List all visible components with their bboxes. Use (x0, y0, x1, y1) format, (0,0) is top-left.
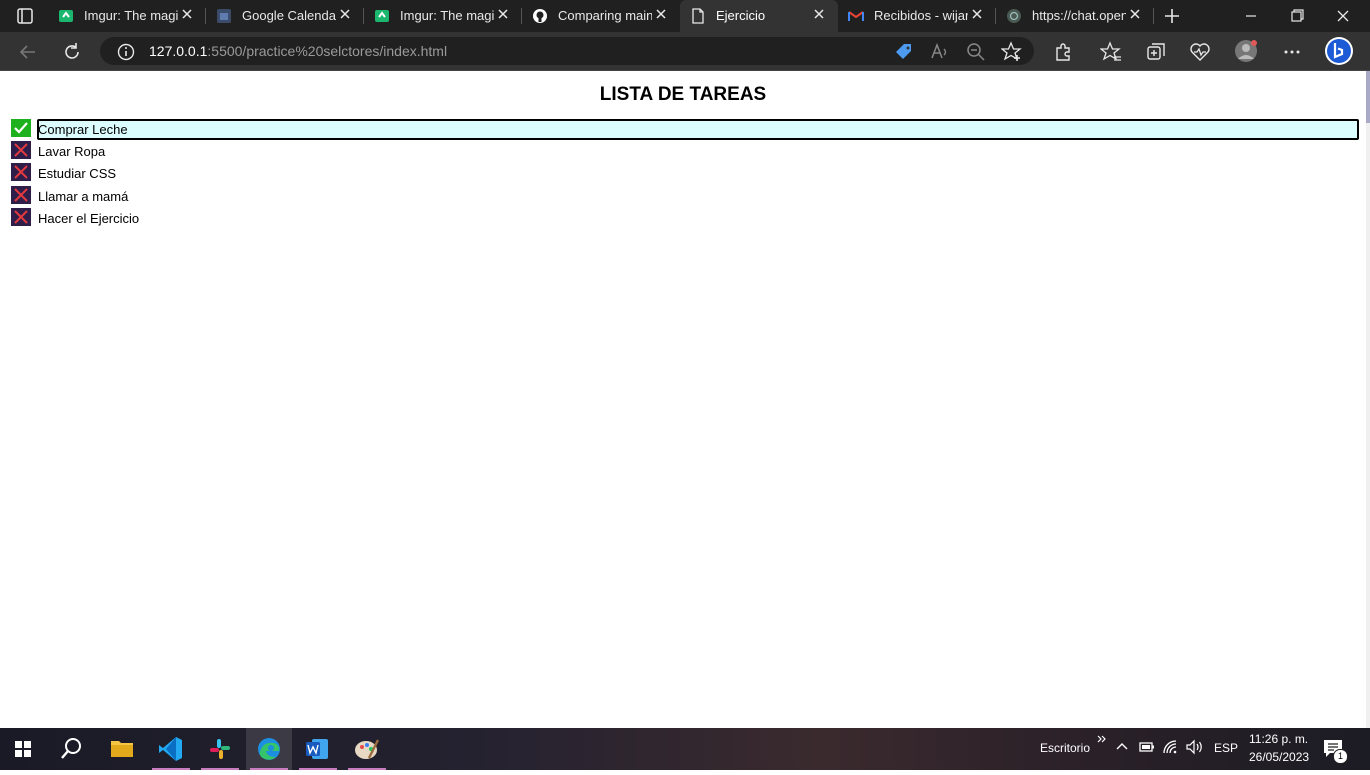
coupon-tag-icon[interactable] (893, 41, 915, 63)
refresh-icon[interactable] (61, 41, 83, 63)
tab-imgur-1[interactable]: Imgur: The magic of the Internet (48, 0, 206, 32)
tab-label: https://chat.openai.com (1032, 8, 1126, 23)
close-icon[interactable] (496, 7, 510, 21)
page-title: LISTA DE TAREAS (599, 84, 767, 105)
taskbar-slack[interactable] (197, 728, 243, 770)
tab-github-compare[interactable]: Comparing main... (522, 0, 680, 32)
task-label: Llamar a mamá (38, 189, 129, 204)
vscode-icon (159, 737, 182, 761)
close-icon[interactable] (654, 7, 668, 21)
desktop-toolbar-label[interactable]: Escritorio (1040, 741, 1090, 755)
x-icon (11, 186, 31, 204)
edge-icon (258, 738, 280, 760)
close-icon[interactable] (180, 7, 194, 21)
search-icon[interactable] (48, 728, 94, 770)
x-icon (11, 163, 31, 181)
profile-avatar-icon[interactable] (1233, 38, 1259, 64)
taskbar-vscode[interactable] (148, 728, 194, 770)
clock-time[interactable]: 11:26 p. m. (1249, 732, 1308, 746)
new-tab-icon[interactable] (1162, 6, 1182, 26)
close-icon[interactable] (970, 7, 984, 21)
tab-label: Imgur: The magic of the Internet (400, 8, 494, 23)
calendar-icon (217, 9, 231, 23)
favorites-icon[interactable] (1100, 41, 1122, 63)
clock-date[interactable]: 26/05/2023 (1249, 750, 1309, 764)
start-icon[interactable] (0, 728, 46, 770)
more-menu-icon[interactable] (1281, 41, 1303, 63)
highlighted-task-field (37, 119, 1359, 140)
gmail-icon (848, 11, 864, 21)
performance-icon[interactable] (1189, 41, 1211, 63)
tab-label: Comparing main... (558, 8, 652, 23)
task-label: Comprar Leche (38, 122, 128, 137)
taskbar-paint[interactable] (344, 728, 390, 770)
wifi-icon[interactable] (1162, 739, 1180, 755)
minimize-icon[interactable] (1228, 0, 1274, 32)
zoom-out-icon[interactable] (965, 41, 987, 63)
slack-icon (210, 739, 230, 759)
check-icon (11, 119, 31, 137)
scrollbar-thumb[interactable] (1366, 71, 1370, 123)
tab-imgur-2[interactable]: Imgur: The magic of the Internet (364, 0, 522, 32)
close-icon[interactable] (338, 7, 352, 21)
info-icon[interactable] (115, 41, 137, 63)
add-favorite-icon[interactable] (1001, 41, 1023, 63)
double-chevron-icon[interactable] (1096, 733, 1108, 745)
battery-icon[interactable] (1138, 739, 1156, 755)
scrollbar[interactable] (1366, 71, 1370, 728)
task-label: Lavar Ropa (38, 144, 106, 159)
paint-icon (355, 739, 380, 759)
x-icon (11, 208, 31, 226)
volume-icon[interactable] (1185, 739, 1205, 755)
back-icon[interactable] (17, 41, 39, 63)
bing-chat-icon[interactable] (1324, 36, 1354, 66)
file-explorer-icon[interactable] (99, 728, 145, 770)
x-icon (11, 141, 31, 159)
tab-gmail[interactable]: Recibidos - wijard (838, 0, 996, 32)
restore-icon[interactable] (1274, 0, 1320, 32)
url-text[interactable]: 127.0.0.1:5500/practice%20selctores/inde… (149, 43, 447, 59)
tab-chat-openai[interactable]: https://chat.openai.com (996, 0, 1154, 32)
language-indicator[interactable]: ESP (1214, 741, 1238, 755)
task-label: Hacer el Ejercicio (38, 211, 140, 226)
page-icon (692, 8, 704, 24)
tab-label: Recibidos - wijard (874, 8, 968, 23)
page-viewport (0, 71, 1366, 728)
openai-icon (1007, 9, 1021, 23)
tab-ejercicio[interactable]: Ejercicio (680, 0, 838, 32)
task-label: Estudiar CSS (38, 166, 117, 181)
taskbar-word[interactable] (295, 728, 341, 770)
tabs: Imgur: The magic of the Internet Google … (48, 0, 1154, 32)
url-path: :5500/practice%20selctores/index.html (207, 43, 448, 59)
imgur-icon (375, 10, 389, 22)
close-window-icon[interactable] (1320, 0, 1366, 32)
github-icon (533, 9, 547, 23)
tab-label: Ejercicio (716, 8, 766, 23)
chevron-up-icon[interactable] (1114, 739, 1130, 755)
read-aloud-icon[interactable] (929, 41, 951, 63)
tab-google-calendar[interactable]: Google Calendar (206, 0, 364, 32)
imgur-icon (59, 10, 73, 22)
tab-label: Google Calendar (242, 8, 336, 23)
tab-separator (1153, 8, 1154, 24)
close-icon[interactable] (1128, 7, 1142, 21)
word-icon (306, 739, 328, 759)
extensions-icon[interactable] (1052, 41, 1074, 63)
close-icon[interactable] (812, 7, 826, 21)
url-host: 127.0.0.1 (149, 43, 208, 59)
taskbar-edge[interactable] (246, 728, 292, 770)
notification-count-badge: 1 (1333, 749, 1348, 764)
collections-icon[interactable] (1145, 41, 1167, 63)
tab-label: Imgur: The magic of the Internet (84, 8, 178, 23)
tab-actions-icon[interactable] (8, 6, 40, 26)
